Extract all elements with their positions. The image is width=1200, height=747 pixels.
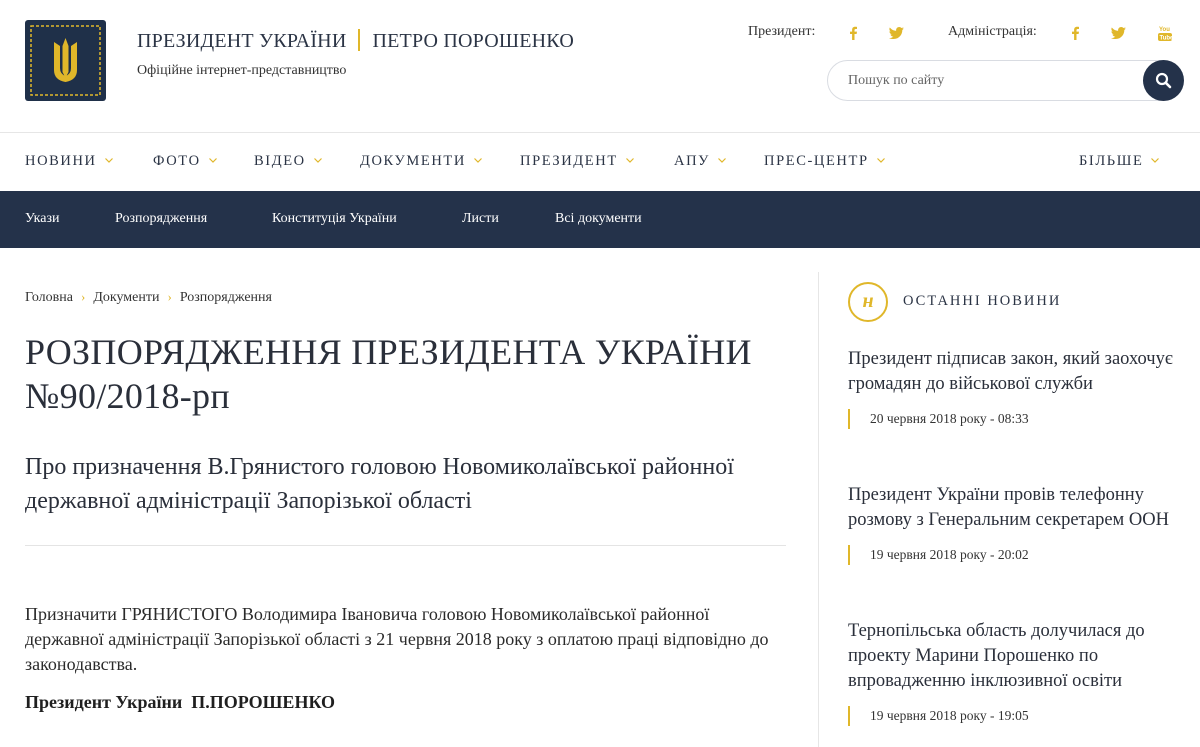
youtube-icon[interactable]: You Tube (1158, 25, 1172, 41)
subnav-item-constitution[interactable]: Конституція України (272, 211, 397, 227)
news-date: 19 червня 2018 року - 20:02 (848, 545, 1178, 565)
chevron-down-icon (104, 158, 113, 163)
chevron-right-icon: › (80, 289, 86, 304)
nav-item-video[interactable]: ВІДЕО (254, 153, 322, 170)
site-title-right: ПЕТРО ПОРОШЕНКО (372, 30, 574, 52)
site-title[interactable]: ПРЕЗИДЕНТ УКРАЇНИ ПЕТРО ПОРОШЕНКО (137, 29, 574, 53)
news-date: 19 червня 2018 року - 19:05 (848, 706, 1178, 726)
breadcrumb-item-orders[interactable]: Розпорядження (180, 290, 272, 305)
nav-item-label: ВІДЕО (254, 153, 306, 169)
svg-text:Tube: Tube (1160, 36, 1173, 42)
nav-item-press-center[interactable]: ПРЕС-ЦЕНТР (764, 153, 885, 170)
news-title[interactable]: Президент України провів телефонну розмо… (848, 483, 1178, 533)
chevron-down-icon (1151, 158, 1160, 163)
nav-item-documents[interactable]: ДОКУМЕНТИ (360, 153, 482, 170)
site-title-left: ПРЕЗИДЕНТ УКРАЇНИ (137, 30, 347, 52)
news-item[interactable]: Президент України провів телефонну розмо… (848, 483, 1178, 565)
news-icon: н (848, 282, 888, 322)
chevron-down-icon (313, 158, 322, 163)
document-body: Призначити ГРЯНИСТОГО Володимира Іванови… (25, 604, 769, 674)
site-header: ПРЕЗИДЕНТ УКРАЇНИ ПЕТРО ПОРОШЕНКО Офіційн… (0, 0, 1200, 133)
news-title[interactable]: Тернопільська область долучилася до прое… (848, 619, 1178, 694)
nav-item-news[interactable]: НОВИНИ (25, 153, 113, 170)
documents-subnav: Укази Розпорядження Конституція України … (0, 191, 1200, 248)
nav-item-photo[interactable]: ФОТО (153, 153, 217, 170)
chevron-down-icon (718, 158, 726, 163)
subnav-item-decrees[interactable]: Укази (25, 211, 60, 227)
social-admin-label: Адміністрація: (948, 24, 1037, 39)
search-icon (1155, 72, 1172, 89)
nav-item-label: ФОТО (153, 153, 201, 169)
nav-item-label: ПРЕЗИДЕНТ (520, 153, 618, 169)
chevron-down-icon (208, 158, 217, 163)
news-icon-letter: н (862, 290, 874, 312)
nav-item-label: БІЛЬШЕ (1079, 153, 1144, 169)
page-title: РОЗПОРЯДЖЕННЯ ПРЕЗИДЕНТА УКРАЇНИ №90/201… (25, 332, 752, 416)
svg-text:You: You (1159, 27, 1170, 33)
search-input[interactable] (848, 71, 1128, 91)
nav-item-label: АПУ (674, 153, 711, 169)
sidebar-divider (818, 272, 819, 747)
subnav-item-letters[interactable]: Листи (462, 211, 499, 227)
nav-item-label: ДОКУМЕНТИ (360, 153, 466, 169)
news-date: 20 червня 2018 року - 08:33 (848, 409, 1178, 429)
coat-of-arms-logo[interactable] (25, 20, 106, 101)
facebook-icon[interactable] (1070, 26, 1080, 40)
search-button[interactable] (1143, 60, 1184, 101)
chevron-right-icon: › (167, 289, 172, 304)
latest-news-heading: ОСТАННІ НОВИНИ (903, 293, 1062, 309)
nav-item-apu[interactable]: АПУ (674, 153, 726, 170)
chevron-down-icon (876, 158, 885, 163)
twitter-icon[interactable] (1111, 27, 1126, 39)
divider (25, 545, 786, 546)
title-separator (358, 29, 361, 51)
facebook-icon[interactable] (848, 26, 858, 40)
social-president-label: Президент: (748, 24, 816, 39)
site-subtitle: Офіційне інтернет-представництво (137, 63, 347, 78)
nav-item-label: ПРЕС-ЦЕНТР (764, 153, 869, 169)
breadcrumb-item-documents[interactable]: Документи (93, 290, 159, 305)
subnav-item-all-documents[interactable]: Всі документи (555, 211, 642, 227)
document-signature: Президент України П.ПОРОШЕНКО (25, 692, 336, 712)
chevron-down-icon (625, 158, 634, 163)
nav-item-label: НОВИНИ (25, 153, 97, 169)
breadcrumb-item-home[interactable]: Головна (25, 290, 73, 305)
twitter-icon[interactable] (889, 27, 904, 39)
document-subtitle: Про призначення В.Грянистого головою Нов… (25, 454, 734, 514)
news-item[interactable]: Тернопільська область долучилася до прое… (848, 619, 1178, 726)
breadcrumb: Головна › Документи › Розпорядження (25, 289, 272, 306)
nav-item-president[interactable]: ПРЕЗИДЕНТ (520, 153, 634, 170)
main-nav: НОВИНИ ФОТО ВІДЕО ДОКУМЕНТИ ПРЕЗИДЕНТ АП… (0, 133, 1200, 191)
chevron-down-icon (474, 158, 482, 163)
search-box (827, 60, 1184, 101)
news-title[interactable]: Президент підписав закон, який заохочує … (848, 347, 1178, 397)
news-item[interactable]: Президент підписав закон, який заохочує … (848, 347, 1178, 429)
nav-item-more[interactable]: БІЛЬШЕ (1079, 153, 1160, 170)
subnav-item-orders[interactable]: Розпорядження (115, 211, 207, 227)
